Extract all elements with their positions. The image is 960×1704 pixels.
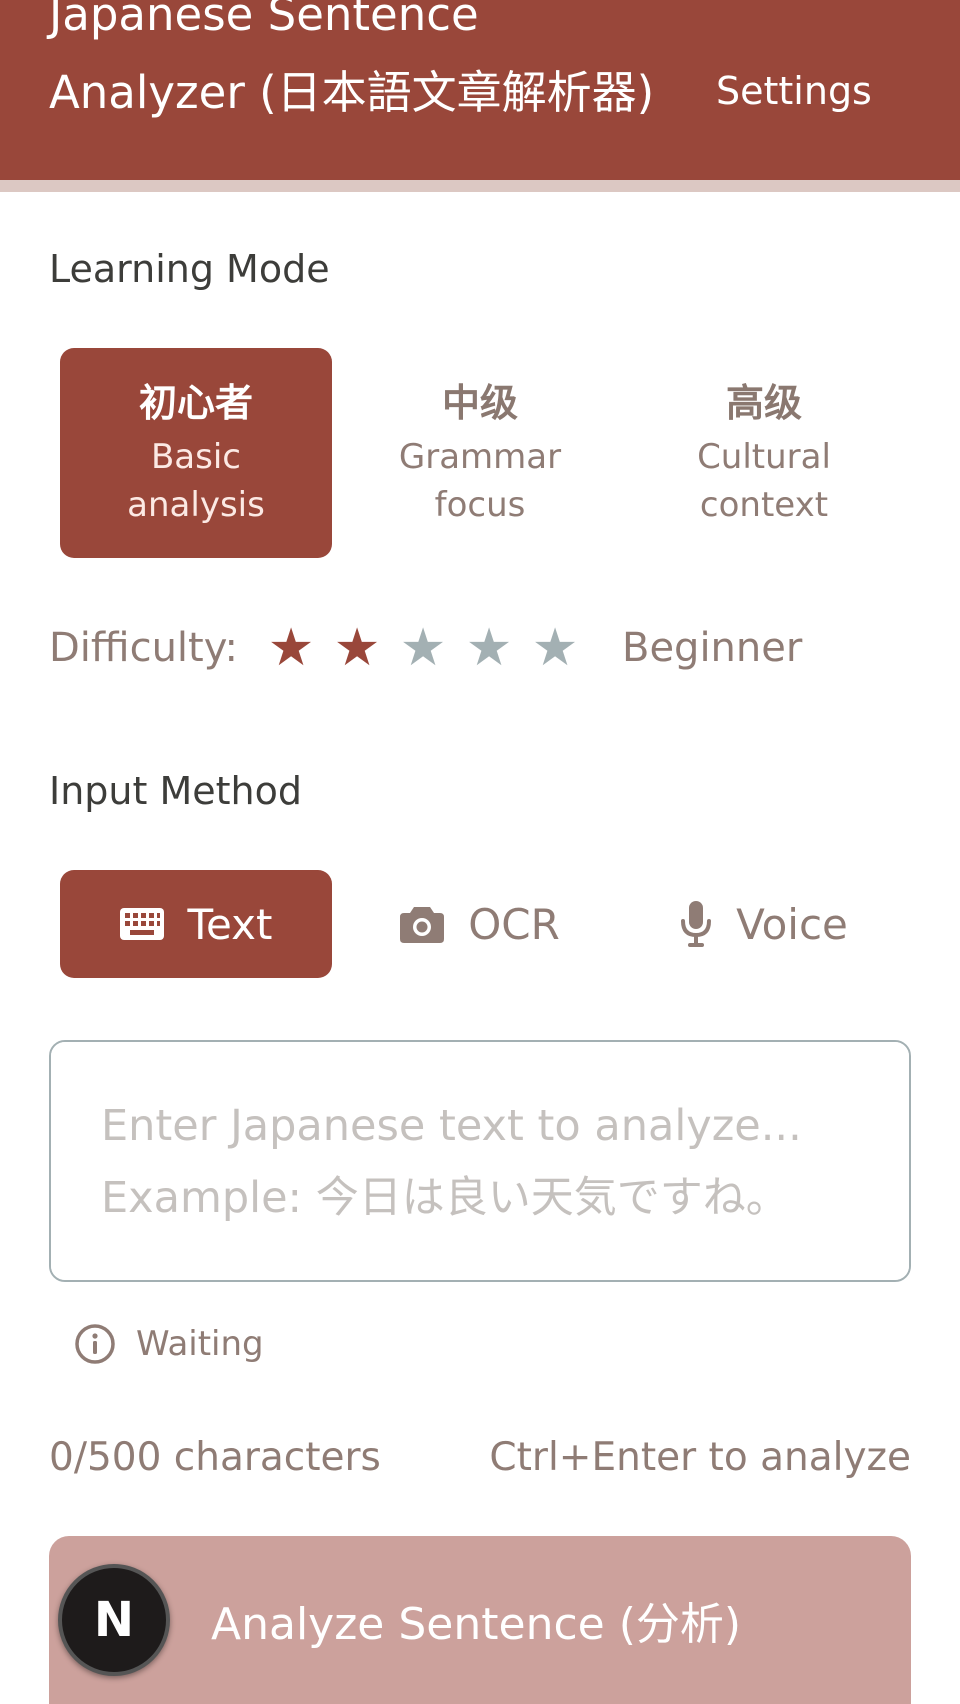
app-page: Japanese Sentence Analyzer (日本語文章解析器) Se…	[0, 0, 960, 1704]
shortcut-hint: Ctrl+Enter to analyze	[489, 1435, 911, 1480]
settings-link[interactable]: Settings	[716, 66, 872, 116]
status-indicator: Waiting	[74, 1322, 264, 1366]
camera-icon	[400, 905, 445, 943]
analyze-sentence-button[interactable]: Analyze Sentence (分析)	[49, 1536, 911, 1704]
mode-title: 中级	[441, 381, 518, 425]
input-method-ocr-button[interactable]: OCR	[344, 870, 616, 978]
star-empty-icon[interactable]: ★	[522, 622, 588, 674]
status-text: Waiting	[136, 1324, 264, 1364]
input-method-label: OCR	[468, 899, 560, 949]
app-header: Japanese Sentence Analyzer (日本語文章解析器) Se…	[0, 0, 960, 180]
star-empty-icon[interactable]: ★	[390, 622, 456, 674]
difficulty-rating[interactable]: ★ ★ ★ ★ ★	[258, 622, 588, 674]
star-filled-icon[interactable]: ★	[258, 622, 324, 674]
header-divider	[0, 180, 960, 192]
star-empty-icon[interactable]: ★	[456, 622, 522, 674]
dev-tools-badge[interactable]: N	[58, 1564, 170, 1676]
japanese-text-input[interactable]	[49, 1040, 911, 1282]
mode-subtitle: Grammar focus	[398, 437, 562, 525]
input-method-label: Text	[187, 899, 273, 949]
input-method-voice-button[interactable]: Voice	[628, 870, 900, 978]
info-icon	[74, 1323, 116, 1365]
mode-card-intermediate[interactable]: 中级 Grammar focus	[344, 348, 616, 558]
character-count: 0/500 characters	[49, 1435, 381, 1480]
app-title: Japanese Sentence Analyzer (日本語文章解析器)	[49, 0, 655, 119]
mode-title: 初心者	[138, 381, 253, 425]
microphone-icon	[680, 901, 712, 947]
input-method-text-button[interactable]: Text	[60, 870, 332, 978]
mode-card-beginner[interactable]: 初心者 Basic analysis	[60, 348, 332, 558]
learning-mode-label: Learning Mode	[49, 247, 330, 291]
difficulty-label: Difficulty:	[49, 625, 238, 671]
mode-title: 高级	[725, 381, 802, 425]
analyze-button-label: Analyze Sentence (分析)	[211, 1599, 742, 1650]
mode-subtitle: Cultural context	[697, 437, 831, 525]
input-method-label: Input Method	[49, 769, 302, 813]
keyboard-icon	[119, 908, 164, 940]
mode-card-advanced[interactable]: 高级 Cultural context	[628, 348, 900, 558]
mode-subtitle: Basic analysis	[127, 437, 265, 525]
star-filled-icon[interactable]: ★	[324, 622, 390, 674]
input-method-label: Voice	[736, 899, 848, 949]
badge-letter: N	[93, 1592, 135, 1648]
difficulty-level: Beginner	[622, 625, 803, 671]
